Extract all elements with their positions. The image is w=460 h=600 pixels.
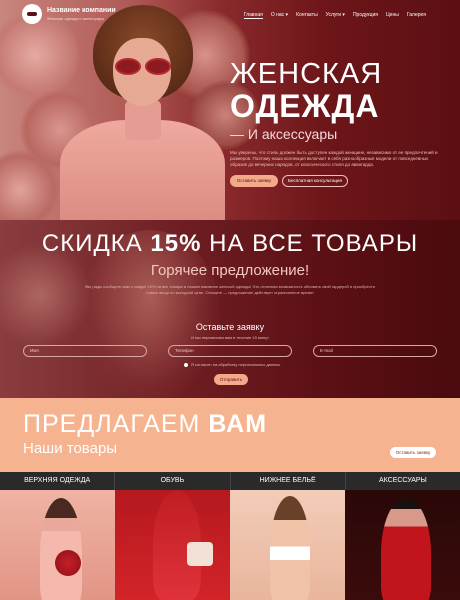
phone-field[interactable]: Телефон xyxy=(168,345,292,357)
company-tagline: Женская одежда и аксессуары xyxy=(47,16,105,21)
handbag xyxy=(187,542,213,566)
shoes-image[interactable] xyxy=(115,490,230,600)
sunglasses-right xyxy=(145,58,171,75)
hero-description: Мы уверены, что стиль должен быть доступ… xyxy=(230,150,438,167)
consent-checkbox[interactable] xyxy=(184,363,188,367)
flower-bouquet xyxy=(55,550,81,576)
sunglasses-left xyxy=(115,58,141,75)
nav-item-services[interactable]: Услуги ▾ xyxy=(326,12,345,19)
category-shoes[interactable]: ОБУВЬ xyxy=(115,472,231,490)
nav-item-gallery[interactable]: Галерея xyxy=(407,12,426,19)
category-accessories[interactable]: АКСЕССУАРЫ xyxy=(346,472,460,490)
nav-item-about[interactable]: О нас ▾ xyxy=(271,12,288,19)
accessories-image[interactable] xyxy=(345,490,460,600)
neck-shape xyxy=(125,100,161,140)
send-button[interactable]: Отправить xyxy=(214,374,248,385)
nav-item-prices[interactable]: Цены xyxy=(386,12,399,19)
model-figure xyxy=(40,498,82,600)
offer-subtitle: Наши товары xyxy=(23,440,118,457)
nav-item-contacts[interactable]: Контакты xyxy=(296,12,318,19)
offer-title: ПРЕДЛАГАЕМ ВАМ xyxy=(23,410,267,439)
lingerie-image[interactable] xyxy=(230,490,345,600)
offer-title-prefix: ПРЕДЛАГАЕМ xyxy=(23,410,209,438)
email-field[interactable]: E-mail xyxy=(313,345,437,357)
name-field[interactable]: Имя xyxy=(23,345,147,357)
top-navigation: Название компании Женская одежда и аксес… xyxy=(0,0,460,28)
main-nav: Главная О нас ▾ Контакты Услуги ▾ Продук… xyxy=(243,12,426,19)
offer-title-bold: ВАМ xyxy=(208,410,268,438)
form-title: Оставьте заявку xyxy=(195,322,265,332)
outerwear-image[interactable] xyxy=(0,490,115,600)
model-figure xyxy=(381,498,431,600)
hero-consultation-button[interactable]: Бесплатная консультация xyxy=(282,175,348,187)
hero-request-button[interactable]: Оставить заявку xyxy=(230,175,278,187)
promo-title-suffix: НА ВСЕ ТОВАРЫ xyxy=(201,230,419,257)
promo-title-percent: 15% xyxy=(150,230,202,257)
hero-title-line2: ОДЕЖДА xyxy=(230,88,380,124)
model-figure xyxy=(270,496,310,600)
category-outerwear[interactable]: ВЕРХНЯЯ ОДЕЖДА xyxy=(0,472,116,490)
offer-request-button[interactable]: Оставить заявку xyxy=(390,447,436,458)
nav-item-home[interactable]: Главная xyxy=(243,12,263,19)
category-images xyxy=(0,490,460,600)
logo-icon[interactable] xyxy=(22,4,42,24)
hero-title-line1: ЖЕНСКАЯ xyxy=(230,58,383,90)
promo-description: Мы рады сообщить вам о скидке 15% на все… xyxy=(85,284,375,295)
hero-subtitle: — И аксессуары xyxy=(230,126,338,142)
form-subtitle: И мы перезвоним вам в течение 15 минут xyxy=(191,335,269,340)
promo-subtitle: Горячее предложение! xyxy=(150,262,310,279)
promo-title-prefix: СКИДКА xyxy=(41,230,151,257)
nav-item-products[interactable]: Продукция xyxy=(353,12,378,19)
hero-model-image xyxy=(55,0,225,220)
category-tabs: ВЕРХНЯЯ ОДЕЖДА ОБУВЬ НИЖНЕЕ БЕЛЬЁ АКСЕСС… xyxy=(0,472,460,490)
company-name[interactable]: Название компании xyxy=(47,7,116,14)
promo-title: СКИДКА 15% НА ВСЕ ТОВАРЫ xyxy=(0,230,460,258)
category-lingerie[interactable]: НИЖНЕЕ БЕЛЬЁ xyxy=(231,472,346,490)
consent-label: Я согласен на обработку персональных дан… xyxy=(191,362,281,367)
